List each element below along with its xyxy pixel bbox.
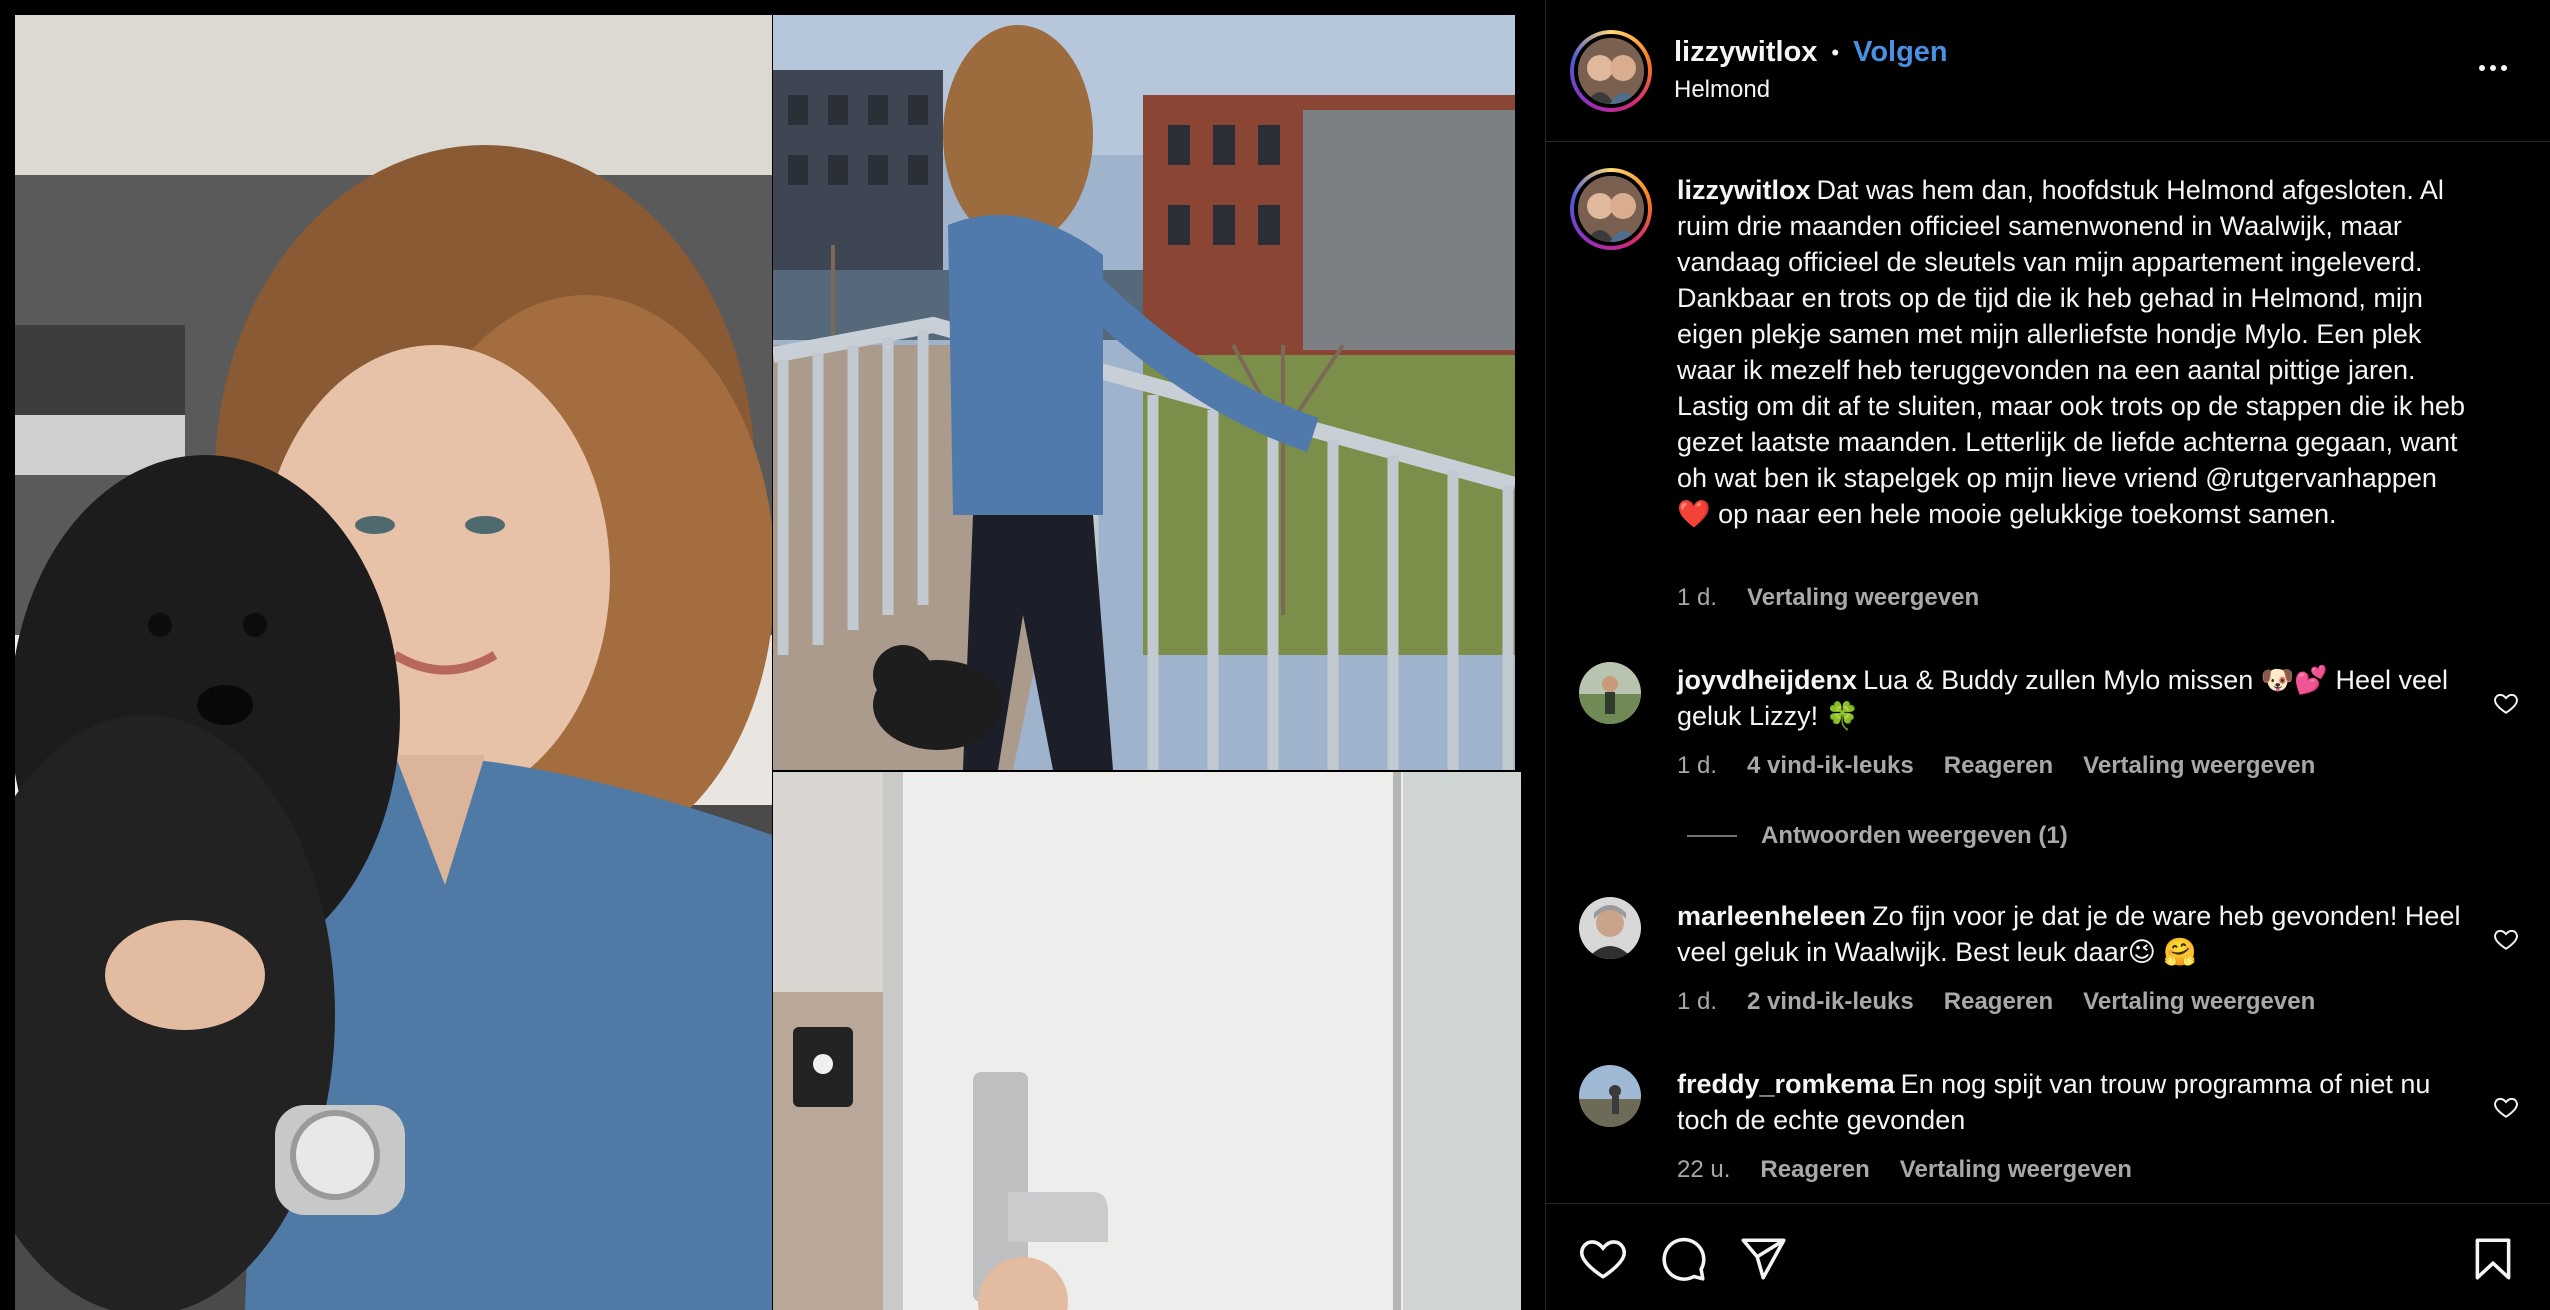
instagram-post-view: lizzywitlox • Volgen Helmond lizzywitlox… <box>0 0 2550 1310</box>
comment-translate-link[interactable]: Vertaling weergeven <box>1900 1156 2132 1184</box>
photo-selfie-with-dog <box>15 15 772 1310</box>
photo-balcony <box>773 15 1515 770</box>
comments-list[interactable]: lizzywitlox Dat was hem dan, hoofdstuk He… <box>1546 142 2550 1202</box>
photo-door-keys <box>773 772 1521 1310</box>
heart-icon[interactable] <box>1578 1234 1628 1284</box>
header-user-line: lizzywitlox • Volgen <box>1674 36 1948 69</box>
caption-meta: 1 d. Vertaling weergeven <box>1677 584 1979 612</box>
post-caption: lizzywitlox Dat was hem dan, hoofdstuk He… <box>1677 172 2477 532</box>
post-action-bar <box>1546 1203 2550 1310</box>
comment-username[interactable]: marleenheleen <box>1677 901 1866 931</box>
comment-item: marleenheleen Zo fijn voor je dat je de w… <box>1677 898 2477 970</box>
view-replies-label: Antwoorden weergeven (1) <box>1761 822 2068 849</box>
comment-reply-button[interactable]: Reageren <box>1760 1156 1869 1184</box>
comment-likes-count[interactable]: 2 vind-ik-leuks <box>1747 988 1914 1016</box>
view-replies-toggle[interactable]: Antwoorden weergeven (1) <box>1687 822 2068 850</box>
more-options-icon[interactable] <box>2471 52 2515 84</box>
follow-button[interactable]: Volgen <box>1853 36 1948 69</box>
post-side-panel: lizzywitlox • Volgen Helmond lizzywitlox… <box>1545 0 2550 1310</box>
replies-line <box>1687 835 1737 837</box>
post-header: lizzywitlox • Volgen Helmond <box>1546 0 2550 142</box>
comment-translate-link[interactable]: Vertaling weergeven <box>2083 988 2315 1016</box>
post-location[interactable]: Helmond <box>1674 76 1770 104</box>
comment-meta: 1 d. 2 vind-ik-leuks Reageren Vertaling … <box>1677 988 2315 1016</box>
caption-username[interactable]: lizzywitlox <box>1677 175 1811 205</box>
caption-text: Dat was hem dan, hoofdstuk Helmond afges… <box>1677 175 2465 529</box>
comment-like-heart-icon[interactable] <box>2493 690 2519 716</box>
comment-time[interactable]: 1 d. <box>1677 988 1717 1016</box>
comment-username[interactable]: freddy_romkema <box>1677 1069 1895 1099</box>
comment-meta: 1 d. 4 vind-ik-leuks Reageren Vertaling … <box>1677 752 2315 780</box>
send-icon[interactable] <box>1738 1234 1788 1284</box>
comment-item: joyvdheijdenx Lua & Buddy zullen Mylo mis… <box>1677 662 2477 734</box>
caption-translate-link[interactable]: Vertaling weergeven <box>1747 584 1979 612</box>
caption-time[interactable]: 1 d. <box>1677 584 1717 612</box>
caption-author-avatar[interactable] <box>1570 168 1652 250</box>
commenter-avatar[interactable] <box>1579 1065 1641 1127</box>
commenter-avatar[interactable] <box>1579 662 1641 724</box>
comment-like-heart-icon[interactable] <box>2493 1094 2519 1120</box>
comment-username[interactable]: joyvdheijdenx <box>1677 665 1857 695</box>
comment-icon[interactable] <box>1658 1234 1708 1284</box>
separator-dot: • <box>1831 39 1840 65</box>
comment-meta: 22 u. Reageren Vertaling weergeven <box>1677 1156 2132 1184</box>
comment-time[interactable]: 1 d. <box>1677 752 1717 780</box>
comment-translate-link[interactable]: Vertaling weergeven <box>2083 752 2315 780</box>
author-avatar[interactable] <box>1570 30 1652 112</box>
comment-time[interactable]: 22 u. <box>1677 1156 1730 1184</box>
comment-likes-count[interactable]: 4 vind-ik-leuks <box>1747 752 1914 780</box>
comment-like-heart-icon[interactable] <box>2493 926 2519 952</box>
bookmark-icon[interactable] <box>2468 1234 2518 1284</box>
commenter-avatar[interactable] <box>1579 897 1641 959</box>
comment-reply-button[interactable]: Reageren <box>1944 988 2053 1016</box>
post-media[interactable] <box>0 0 1545 1310</box>
comment-reply-button[interactable]: Reageren <box>1944 752 2053 780</box>
comment-item: freddy_romkema En nog spijt van trouw pro… <box>1677 1066 2477 1138</box>
author-username[interactable]: lizzywitlox <box>1674 36 1817 69</box>
